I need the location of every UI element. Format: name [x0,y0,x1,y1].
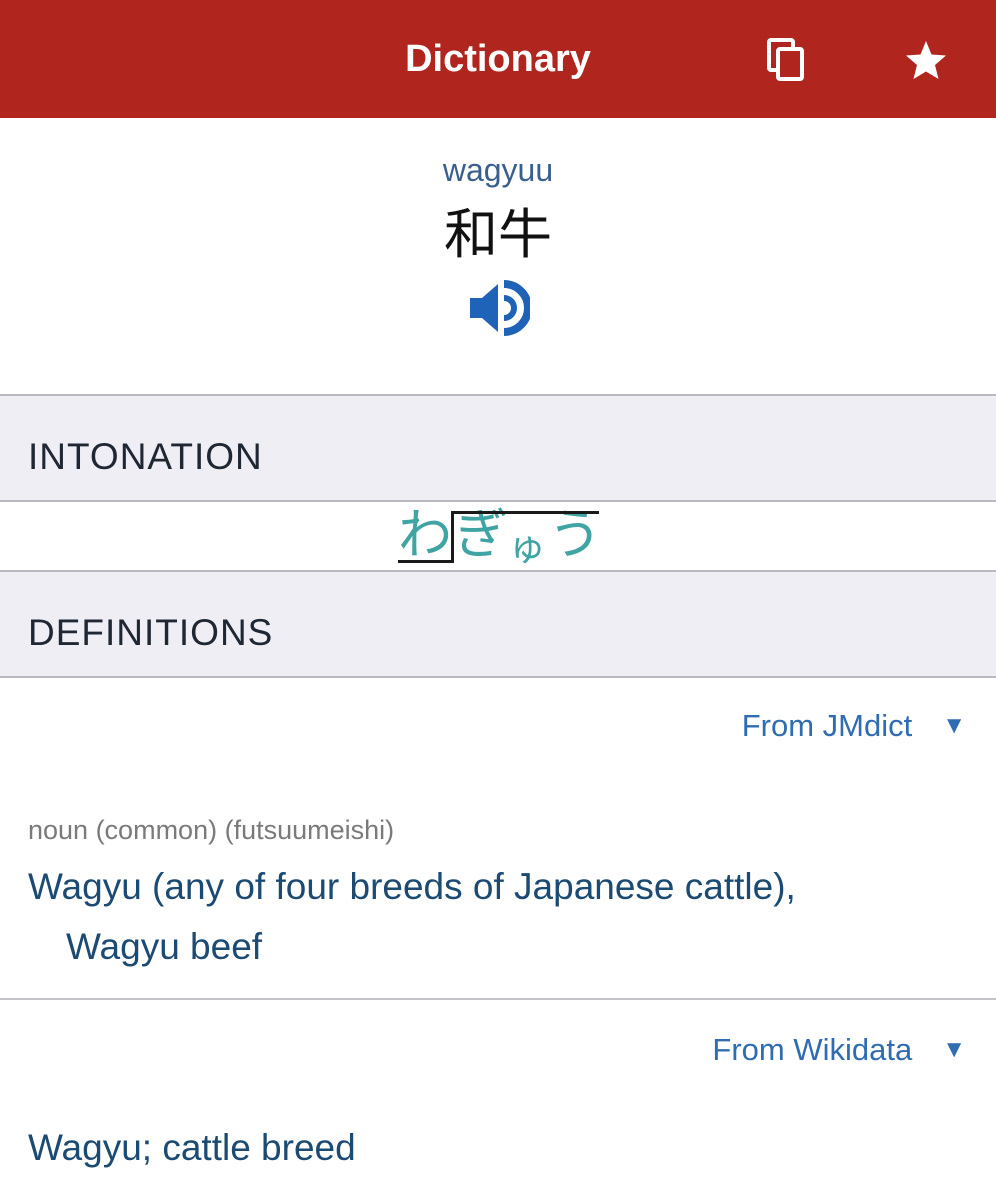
source-wikidata-label: From Wikidata [712,1032,913,1067]
app-bar: Dictionary [0,0,996,118]
speaker-icon [466,280,532,342]
intonation-section-header: INTONATION [0,394,996,502]
source-jmdict-label: From JMdict [741,708,913,743]
pitch-low-line [398,560,454,563]
divider [0,998,996,1000]
definitions-label: DEFINITIONS [28,612,274,653]
part-of-speech: noun (common) (futsuumeishi) [28,815,395,845]
source-jmdict-toggle[interactable]: From JMdict ▼ [742,708,966,744]
pitch-rise-line [451,511,454,563]
source-wikidata-toggle[interactable]: From Wikidata ▼ [712,1032,966,1068]
favorite-button[interactable] [898,34,954,90]
pitch-kana-1: わ [398,503,452,566]
dropdown-arrow-icon: ▼ [942,1036,966,1063]
definition-gloss-continued: Wagyu beef [66,926,263,967]
dropdown-arrow-icon: ▼ [942,712,966,739]
kanji-word: 和牛 [444,203,552,266]
star-icon [904,38,948,87]
copy-icon [766,37,806,87]
entry-header: wagyuu 和牛 [0,118,996,394]
pitch-accent-display: わ ぎ ゅ う [0,502,996,570]
pitch-high-line [451,511,599,514]
intonation-label: INTONATION [28,436,263,477]
romaji-reading: wagyuu [442,152,554,188]
play-audio-button[interactable] [466,278,532,338]
definition-gloss: Wagyu (any of four breeds of Japanese ca… [28,866,796,907]
definitions-section-header: DEFINITIONS [0,570,996,678]
copy-button[interactable] [758,34,814,90]
wikidata-gloss: Wagyu; cattle breed [28,1127,356,1168]
app-title: Dictionary [405,38,591,80]
pitch-kana-3: ゅ [508,525,547,569]
